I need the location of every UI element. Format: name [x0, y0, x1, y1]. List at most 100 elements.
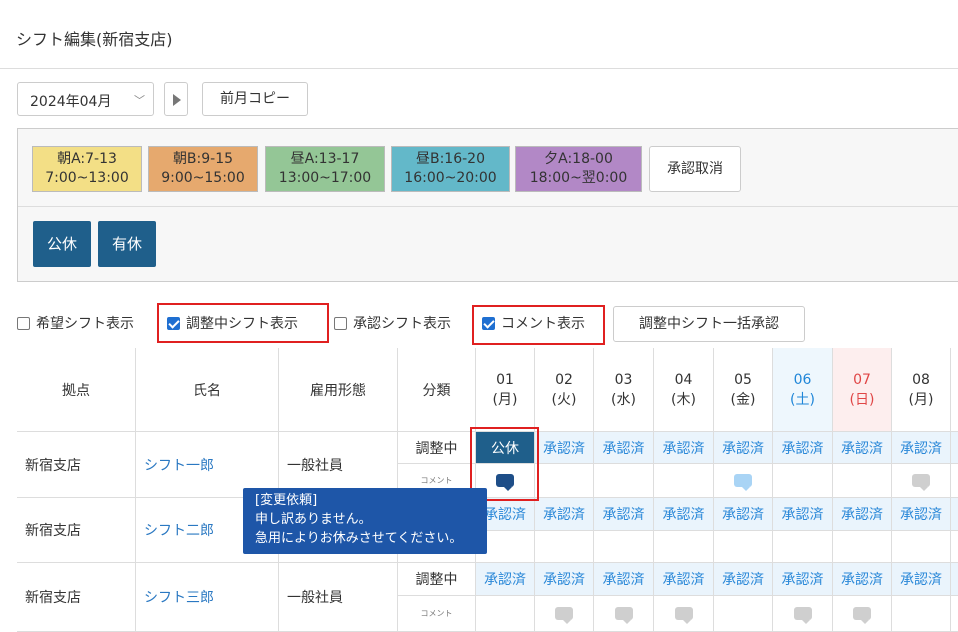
copy-previous-month-button[interactable]: 前月コピー — [202, 82, 308, 116]
approved-shift-checkbox[interactable] — [334, 317, 347, 330]
approved-shift-cell[interactable]: 承認済 — [773, 432, 833, 464]
approved-shift-cell[interactable]: 承認済 — [535, 563, 594, 596]
approved-shift-cell-text[interactable]: 承認済 — [722, 438, 764, 458]
adjusting-shift-option[interactable]: 調整中シフト表示 — [167, 314, 298, 334]
approved-shift-cell-text[interactable]: 承認済 — [603, 438, 645, 458]
approved-shift-cell[interactable]: 承認済 — [892, 563, 951, 596]
approved-shift-cell-text[interactable]: 承認済 — [484, 504, 526, 524]
approved-shift-cell-text[interactable]: 承認済 — [841, 438, 883, 458]
approved-shift-cell[interactable]: 承認済 — [476, 563, 535, 596]
wish-shift-checkbox[interactable] — [17, 317, 30, 330]
approved-shift-cell-overflow[interactable] — [951, 498, 958, 531]
cancel-approval-button[interactable]: 承認取消 — [649, 146, 741, 192]
approved-shift-cell[interactable]: 承認済 — [833, 432, 892, 464]
comment-cell[interactable] — [892, 531, 951, 563]
comment-icon[interactable] — [853, 607, 871, 624]
approved-shift-cell-overflow[interactable] — [951, 432, 958, 464]
employee-name-link-text[interactable]: シフト三郎 — [144, 587, 214, 607]
comment-cell[interactable] — [773, 531, 833, 563]
comment-icon[interactable] — [793, 607, 812, 624]
approved-shift-cell[interactable]: 承認済 — [654, 563, 714, 596]
approved-shift-cell-text[interactable]: 承認済 — [663, 504, 705, 524]
comment-cell[interactable] — [535, 596, 594, 632]
approved-shift-cell-text[interactable]: 承認済 — [543, 438, 585, 458]
paid-leave-button[interactable]: 有休 — [98, 221, 156, 267]
approved-shift-cell[interactable]: 承認済 — [535, 498, 594, 531]
approved-shift-cell-text[interactable]: 承認済 — [900, 569, 942, 589]
public-holiday-button[interactable]: 公休 — [33, 221, 91, 267]
comment-cell[interactable] — [714, 596, 773, 632]
shift-type-evening-a[interactable]: 夕A:18-00 18:00~翌0:00 — [515, 146, 642, 192]
approved-shift-cell[interactable]: 承認済 — [833, 563, 892, 596]
comment-icon[interactable] — [555, 607, 573, 624]
approved-shift-cell-text[interactable]: 承認済 — [782, 569, 824, 589]
comment-cell[interactable] — [714, 531, 773, 563]
employee-name-link-text[interactable]: シフト二郎 — [144, 520, 214, 540]
comment-cell[interactable] — [535, 531, 594, 563]
shift-type-day-b[interactable]: 昼B:16-20 16:00~20:00 — [391, 146, 510, 192]
comment-icon[interactable] — [912, 474, 930, 491]
approved-shift-cell-overflow[interactable] — [951, 563, 958, 596]
approved-shift-cell[interactable]: 承認済 — [535, 432, 594, 464]
comment-option[interactable]: コメント表示 — [482, 314, 585, 334]
comment-icon[interactable] — [674, 607, 693, 624]
approved-shift-cell[interactable]: 承認済 — [892, 498, 951, 531]
approved-shift-cell[interactable]: 承認済 — [594, 563, 654, 596]
approved-shift-cell-text[interactable]: 承認済 — [900, 438, 942, 458]
approved-shift-cell[interactable]: 承認済 — [594, 498, 654, 531]
comment-cell[interactable] — [833, 531, 892, 563]
comment-cell[interactable] — [654, 596, 714, 632]
comment-icon[interactable] — [614, 607, 633, 624]
approved-shift-cell[interactable]: 承認済 — [714, 432, 773, 464]
approved-shift-cell[interactable]: 承認済 — [714, 563, 773, 596]
comment-cell[interactable] — [773, 596, 833, 632]
comment-cell[interactable] — [714, 464, 773, 498]
approved-shift-cell[interactable]: 承認済 — [892, 432, 951, 464]
approved-shift-option[interactable]: 承認シフト表示 — [334, 314, 451, 334]
approved-shift-cell-text[interactable]: 承認済 — [603, 504, 645, 524]
shift-type-day-a[interactable]: 昼A:13-17 13:00~17:00 — [265, 146, 385, 192]
comment-cell[interactable] — [773, 464, 833, 498]
employee-name-link[interactable]: シフト三郎 — [136, 563, 279, 632]
comment-cell[interactable] — [654, 464, 714, 498]
comment-cell[interactable] — [892, 596, 951, 632]
approved-shift-cell-text[interactable]: 承認済 — [484, 569, 526, 589]
approved-shift-cell-text[interactable]: 承認済 — [782, 504, 824, 524]
approved-shift-cell-text[interactable]: 承認済 — [900, 504, 942, 524]
approved-shift-cell[interactable]: 承認済 — [773, 563, 833, 596]
approved-shift-cell[interactable]: 承認済 — [594, 432, 654, 464]
comment-icon[interactable] — [734, 474, 752, 491]
approved-shift-cell-text[interactable]: 承認済 — [543, 569, 585, 589]
comment-cell[interactable] — [594, 464, 654, 498]
approved-shift-cell-text[interactable]: 承認済 — [663, 569, 705, 589]
approved-shift-cell-text[interactable]: 承認済 — [841, 569, 883, 589]
approved-shift-cell-text[interactable]: 承認済 — [663, 438, 705, 458]
shift-type-morning-b[interactable]: 朝B:9-15 9:00~15:00 — [148, 146, 258, 192]
approved-shift-cell-text[interactable]: 承認済 — [841, 504, 883, 524]
bulk-approve-button[interactable]: 調整中シフト一括承認 — [613, 306, 805, 342]
comment-checkbox[interactable] — [482, 317, 495, 330]
approved-shift-cell[interactable]: 承認済 — [714, 498, 773, 531]
approved-shift-cell-text[interactable]: 承認済 — [722, 569, 764, 589]
comment-cell[interactable] — [594, 596, 654, 632]
approved-shift-cell[interactable]: 承認済 — [654, 498, 714, 531]
comment-cell[interactable] — [833, 596, 892, 632]
shift-type-morning-a[interactable]: 朝A:7-13 7:00~13:00 — [32, 146, 142, 192]
approved-shift-cell-text[interactable]: 承認済 — [603, 569, 645, 589]
approved-shift-cell-text[interactable]: 承認済 — [782, 438, 824, 458]
approved-shift-cell[interactable]: 承認済 — [654, 432, 714, 464]
comment-cell[interactable] — [892, 464, 951, 498]
comment-cell[interactable] — [654, 531, 714, 563]
approved-shift-cell[interactable]: 承認済 — [773, 498, 833, 531]
comment-cell[interactable] — [594, 531, 654, 563]
approved-shift-cell[interactable]: 承認済 — [833, 498, 892, 531]
approved-shift-cell-text[interactable]: 承認済 — [722, 504, 764, 524]
next-month-button[interactable] — [164, 82, 188, 116]
comment-cell[interactable] — [833, 464, 892, 498]
comment-cell[interactable] — [476, 596, 535, 632]
comment-cell[interactable] — [535, 464, 594, 498]
month-select[interactable]: 2024年04月 ﹀ — [17, 82, 154, 116]
employee-name-link-text[interactable]: シフト一郎 — [144, 455, 214, 475]
wish-shift-option[interactable]: 希望シフト表示 — [17, 314, 134, 334]
adjusting-shift-checkbox[interactable] — [167, 317, 180, 330]
